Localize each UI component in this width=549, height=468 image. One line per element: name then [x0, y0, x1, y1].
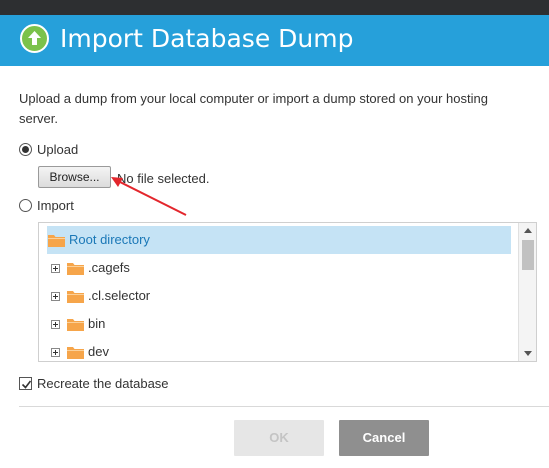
checkmark-icon: [21, 380, 32, 389]
upload-radio-label: Upload: [37, 142, 79, 157]
ok-button[interactable]: OK: [234, 420, 324, 456]
tree-label: .cagefs: [88, 260, 130, 275]
tree-label-root: Root directory: [69, 232, 150, 247]
folder-icon: [67, 291, 84, 303]
scroll-down-icon[interactable]: [524, 351, 532, 356]
tree-row[interactable]: dev: [39, 338, 509, 361]
expand-plus-icon[interactable]: [51, 320, 60, 329]
dialog-title: Import Database Dump: [60, 24, 354, 53]
import-radio[interactable]: [19, 199, 32, 212]
tree-row-root[interactable]: Root directory: [47, 226, 511, 254]
tree-row[interactable]: bin: [39, 310, 509, 338]
scroll-thumb[interactable]: [522, 240, 534, 270]
tree-row[interactable]: .cagefs: [39, 254, 509, 282]
window-top-strip: [0, 0, 549, 15]
expand-plus-icon[interactable]: [51, 348, 60, 357]
folder-icon: [67, 263, 84, 275]
tree-scrollbar[interactable]: [518, 223, 536, 361]
expand-plus-icon[interactable]: [51, 292, 60, 301]
tree-row[interactable]: .cl.selector: [39, 282, 509, 310]
dialog-header: Import Database Dump: [0, 15, 549, 66]
scroll-up-icon[interactable]: [524, 228, 532, 233]
annotation-arrow-icon: [111, 177, 187, 216]
import-radio-label: Import: [37, 198, 74, 213]
footer-divider: [19, 406, 549, 407]
expand-plus-icon[interactable]: [51, 264, 60, 273]
folder-icon: [67, 347, 84, 359]
directory-tree[interactable]: Root directory .cagefs .cl.selector bin: [38, 222, 537, 362]
upload-radio[interactable]: [19, 143, 32, 156]
folder-icon: [67, 319, 84, 331]
recreate-database-label: Recreate the database: [37, 376, 169, 391]
tree-label: bin: [88, 316, 106, 331]
recreate-database-checkbox[interactable]: [19, 377, 32, 390]
cancel-button[interactable]: Cancel: [339, 420, 429, 456]
tree-label: dev: [88, 344, 109, 359]
intro-text: Upload a dump from your local computer o…: [19, 91, 488, 126]
tree-label: .cl.selector: [88, 288, 151, 303]
browse-button[interactable]: Browse...: [38, 166, 111, 188]
upload-arrow-icon: [20, 24, 49, 53]
folder-icon: [48, 235, 65, 247]
